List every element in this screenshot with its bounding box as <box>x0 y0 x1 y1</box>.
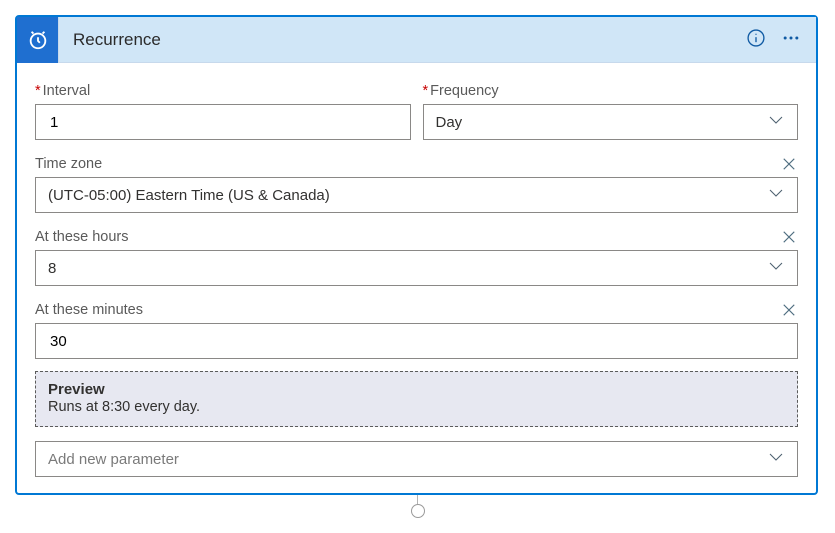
card-body: *Interval *Frequency Day <box>17 63 816 493</box>
hours-value: 8 <box>48 260 56 277</box>
chevron-down-icon <box>767 257 785 279</box>
chevron-down-icon <box>767 111 785 133</box>
hours-label: At these hours <box>35 229 129 245</box>
timezone-select[interactable]: (UTC-05:00) Eastern Time (US & Canada) <box>35 177 798 213</box>
hours-select[interactable]: 8 <box>35 250 798 286</box>
remove-minutes-button[interactable] <box>780 301 798 319</box>
interval-label: *Interval <box>35 83 90 99</box>
add-parameter-select[interactable]: Add new parameter <box>35 441 798 477</box>
frequency-label: *Frequency <box>423 83 499 99</box>
more-icon[interactable] <box>780 28 802 51</box>
clock-icon <box>17 17 59 63</box>
frequency-field: *Frequency Day <box>423 81 799 140</box>
timezone-value: (UTC-05:00) Eastern Time (US & Canada) <box>48 187 330 204</box>
minutes-label: At these minutes <box>35 302 143 318</box>
chevron-down-icon <box>767 184 785 206</box>
recurrence-card: Recurrence *Interval <box>15 15 818 495</box>
minutes-input-wrap[interactable] <box>35 323 798 359</box>
timezone-label: Time zone <box>35 156 102 172</box>
interval-input-wrap[interactable] <box>35 104 411 140</box>
remove-hours-button[interactable] <box>780 228 798 246</box>
hours-field: At these hours 8 <box>35 227 798 286</box>
remove-timezone-button[interactable] <box>780 155 798 173</box>
preview-text: Runs at 8:30 every day. <box>48 399 785 415</box>
frequency-value: Day <box>436 114 463 131</box>
minutes-input[interactable] <box>48 332 785 351</box>
minutes-field: At these minutes <box>35 300 798 359</box>
card-title: Recurrence <box>59 30 746 50</box>
add-step-handle[interactable] <box>411 504 425 518</box>
card-header: Recurrence <box>17 17 816 63</box>
interval-input[interactable] <box>48 113 398 132</box>
info-icon[interactable] <box>746 28 766 51</box>
preview-box: Preview Runs at 8:30 every day. <box>35 371 798 427</box>
timezone-field: Time zone (UTC-05:00) Eastern Time (US &… <box>35 154 798 213</box>
preview-title: Preview <box>48 381 785 398</box>
interval-field: *Interval <box>35 81 411 140</box>
add-parameter-placeholder: Add new parameter <box>48 451 179 468</box>
frequency-select[interactable]: Day <box>423 104 799 140</box>
chevron-down-icon <box>767 448 785 470</box>
